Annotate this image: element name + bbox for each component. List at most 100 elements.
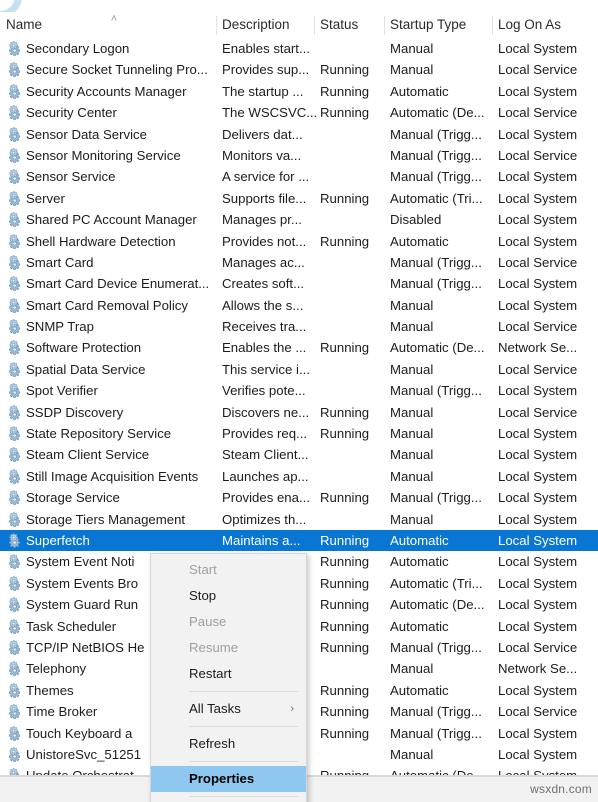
service-description: Steam Client... (222, 447, 309, 463)
service-description: This service i... (222, 361, 310, 377)
service-startup-type: Manual (390, 746, 434, 762)
service-log-on-as: Local Service (498, 704, 578, 720)
table-row[interactable]: SSDP Discovery Discovers ne... Running Manu… (0, 402, 598, 423)
service-log-on-as: Local System (498, 41, 578, 56)
service-log-on-as: Local System (498, 190, 578, 206)
service-name: Security Center (26, 105, 117, 121)
table-row[interactable]: Spatial Data Service This service i... Man… (0, 359, 598, 380)
service-gear-icon (7, 618, 23, 635)
table-row[interactable]: Server Supports file... Running Automatic (… (0, 188, 598, 209)
service-status: Running (320, 404, 370, 420)
menu-item-pause: Pause (151, 609, 306, 635)
service-log-on-as: Local System (498, 447, 578, 463)
table-row-selected[interactable]: Superfetch Maintains a... Running Automatic… (0, 529, 598, 552)
service-name: Superfetch (26, 532, 90, 548)
table-row[interactable]: Smart Card Manages ac... Manual (Trigg... L… (0, 252, 598, 273)
service-gear-icon (7, 490, 23, 506)
service-description: Discovers ne... (222, 404, 310, 420)
service-startup-type: Disabled (390, 212, 442, 228)
menu-item-label: Restart (189, 666, 232, 681)
service-name: Secondary Logon (26, 41, 130, 56)
service-description: Maintains a... (222, 532, 301, 548)
service-description: Supports file... (222, 190, 307, 206)
menu-item-properties[interactable]: Properties (151, 766, 306, 792)
service-log-on-as: Local System (498, 682, 578, 698)
table-row[interactable]: Shared PC Account Manager Manages pr... Di… (0, 209, 598, 230)
service-name: Smart Card Device Enumerat... (26, 276, 210, 292)
service-gear-icon (7, 340, 23, 356)
service-description: Provides ena... (222, 490, 310, 506)
table-row[interactable]: Sensor Monitoring Service Monitors va... M… (0, 145, 598, 166)
column-header-desc[interactable]: Description (216, 12, 314, 38)
service-startup-type: Automatic (390, 83, 449, 99)
service-log-on-as: Local System (498, 297, 578, 313)
service-status: Running (320, 426, 370, 442)
service-name: Smart Card Removal Policy (26, 297, 188, 313)
column-header-status[interactable]: Status (314, 12, 384, 38)
table-row[interactable]: Shell Hardware Detection Provides not... R… (0, 231, 598, 252)
table-row[interactable]: State Repository Service Provides req... R… (0, 423, 598, 444)
service-name: Sensor Data Service (26, 126, 147, 142)
service-gear-icon (7, 597, 23, 613)
context-menu[interactable]: Start Stop Pause Resume Restart All Tasks › Ref… (150, 553, 307, 802)
service-startup-type: Automatic (390, 233, 449, 249)
service-description: Provides req... (222, 426, 308, 442)
service-log-on-as: Local System (498, 597, 578, 613)
service-startup-type: Automatic (390, 618, 449, 634)
service-description: A service for ... (222, 169, 310, 185)
table-row[interactable]: Secure Socket Tunneling Pro... Provides s… (0, 59, 598, 80)
service-log-on-as: Local System (498, 276, 578, 292)
service-gear-icon (7, 41, 23, 57)
service-name: Sensor Monitoring Service (26, 147, 181, 163)
menu-item-label: Start (189, 562, 217, 577)
service-gear-icon (7, 169, 23, 185)
menu-item-all-tasks[interactable]: All Tasks › (151, 696, 306, 722)
service-startup-type: Manual (Trigg... (390, 169, 482, 185)
menu-item-stop[interactable]: Stop (151, 583, 306, 609)
table-row[interactable]: Storage Service Provides ena... Running Man… (0, 487, 598, 508)
menu-item-restart[interactable]: Restart (151, 661, 306, 687)
service-status: Running (320, 704, 370, 720)
table-row[interactable]: SNMP Trap Receives tra... Manual Local Serv… (0, 316, 598, 337)
service-log-on-as: Local System (498, 169, 578, 185)
service-status (320, 38, 388, 59)
table-row[interactable]: Spot Verifier Verifies pote... Manual (Tri… (0, 380, 598, 401)
service-name: Storage Service (26, 490, 120, 506)
table-row[interactable]: Software Protection Enables the ... Runnin… (0, 337, 598, 358)
service-name: Shared PC Account Manager (26, 212, 197, 228)
table-row[interactable]: Still Image Acquisition Events Launches a… (0, 466, 598, 487)
service-log-on-as: Local System (498, 575, 578, 591)
service-startup-type: Manual (Trigg... (390, 704, 482, 720)
service-name: Shell Hardware Detection (26, 233, 176, 249)
service-log-on-as: Local System (498, 765, 594, 775)
service-status: Running (320, 340, 370, 356)
service-status: Running (320, 105, 370, 121)
table-row[interactable]: Sensor Data Service Delivers dat... Manual… (0, 124, 598, 145)
service-description: Verifies pote... (222, 383, 306, 399)
menu-item-label: Refresh (189, 736, 236, 751)
column-header-logon[interactable]: Log On As (492, 12, 598, 38)
table-row[interactable]: Secondary Logon Enables start... Manual Loc… (0, 38, 598, 59)
table-row[interactable]: Sensor Service A service for ... Manual (T… (0, 166, 598, 187)
column-header-name[interactable]: Name (0, 12, 216, 38)
table-row[interactable]: Storage Tiers Management Optimizes th... M… (0, 509, 598, 530)
table-row[interactable]: Security Center The WSCSVC... Running Autom… (0, 102, 598, 123)
service-startup-type: Manual (Trigg... (390, 383, 482, 399)
chevron-right-icon: › (290, 703, 294, 715)
service-log-on-as: Network Se... (498, 661, 578, 677)
service-gear-icon (7, 191, 23, 207)
column-header-start[interactable]: Startup Type (384, 12, 492, 38)
service-gear-icon (7, 704, 23, 720)
table-row[interactable]: Smart Card Device Enumerat... Creates sof… (0, 273, 598, 294)
service-description: Receives tra... (222, 319, 307, 335)
menu-item-label: Stop (189, 588, 217, 603)
service-startup-type: Manual (Trigg... (390, 490, 482, 506)
service-startup-type: Automatic (390, 532, 449, 548)
service-status: Running (320, 597, 370, 613)
table-row[interactable]: Smart Card Removal Policy Allows the s...… (0, 295, 598, 316)
menu-item-refresh[interactable]: Refresh (151, 731, 306, 757)
service-log-on-as: Local System (498, 746, 578, 762)
table-row[interactable]: Steam Client Service Steam Client... Manua… (0, 444, 598, 465)
table-row[interactable]: Security Accounts Manager The startup ...… (0, 81, 598, 102)
service-status (320, 166, 388, 187)
